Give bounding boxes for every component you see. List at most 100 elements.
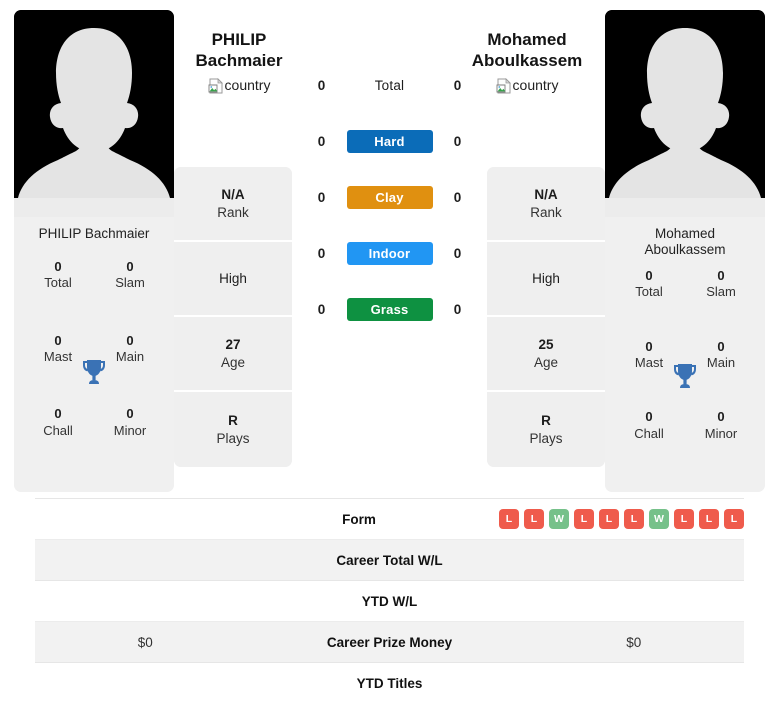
- player-card-name-right: Mohamed Aboulkassem: [605, 217, 765, 260]
- h2h-left-value: 0: [317, 190, 326, 205]
- form-badge-loss: L: [624, 509, 644, 529]
- title-label: Slam: [115, 275, 145, 291]
- head-to-head-column: 0 Total 0 0 Hard 0 0 Clay 0 0 Indoor 0 0: [292, 10, 487, 492]
- info-cell-plays-left: R Plays: [174, 392, 292, 467]
- plays-caption: Plays: [529, 430, 563, 446]
- info-column-left: N/A Rank High 27 Age R Plays: [174, 167, 292, 467]
- player-header-right: Mohamed Aboulkassem country: [468, 30, 586, 100]
- h2h-right-value: 0: [453, 190, 462, 205]
- title-label: Chall: [634, 425, 664, 441]
- form-badge-loss: L: [674, 509, 694, 529]
- title-label: Chall: [43, 422, 73, 438]
- h2h-surface-badge-indoor[interactable]: Indoor: [346, 242, 433, 265]
- form-badge-loss: L: [524, 509, 544, 529]
- h2h-row-total: 0 Total 0: [292, 74, 487, 97]
- title-stat: 0 Total: [613, 264, 685, 335]
- h2h-surface-badge-grass[interactable]: Grass: [346, 298, 433, 321]
- title-stat: 0 Total: [22, 255, 94, 329]
- age-value: 27: [225, 336, 241, 352]
- h2h-row-hard: 0 Hard 0: [292, 130, 487, 153]
- broken-image-icon: [208, 78, 223, 94]
- title-value: 0: [717, 338, 725, 354]
- h2h-left-value: 0: [317, 134, 326, 149]
- title-value: 0: [54, 332, 62, 348]
- rank-caption: Rank: [217, 204, 249, 220]
- country-flag-left: country: [208, 77, 271, 94]
- form-badge-loss: L: [699, 509, 719, 529]
- titles-grid-left: 0 Total 0 Slam 0 Mast 0 Main 0 Chall 0 M…: [14, 251, 174, 492]
- info-cell-rank-left: N/A Rank: [174, 167, 292, 242]
- form-badge-win: W: [649, 509, 669, 529]
- title-stat: 0 Slam: [685, 264, 757, 335]
- form-label: Form: [342, 511, 376, 527]
- form-badge-list: LLWLLLWLLL: [493, 509, 744, 529]
- trophy-icon: [83, 359, 105, 384]
- h2h-right-value: 0: [453, 302, 462, 317]
- title-label: Total: [44, 275, 72, 291]
- plays-value: R: [541, 412, 551, 428]
- h2h-left-value: 0: [317, 78, 326, 93]
- broken-image-icon: [496, 78, 511, 94]
- title-value: 0: [645, 338, 653, 354]
- rank-caption: Rank: [530, 204, 562, 220]
- title-value: 0: [645, 409, 653, 425]
- player-last-name-left: Bachmaier: [195, 50, 283, 70]
- title-stat: 0 Chall: [22, 402, 94, 476]
- info-cell-age-right: 25 Age: [487, 317, 605, 392]
- rank-value: N/A: [534, 186, 558, 202]
- career-prize-money-left: $0: [137, 634, 153, 650]
- title-label: Total: [635, 284, 663, 300]
- title-value: 0: [645, 267, 653, 283]
- stats-row-ytd-titles: YTD Titles: [35, 662, 744, 703]
- form-badge-loss: L: [724, 509, 744, 529]
- player-card-name-line1: Mohamed: [654, 226, 716, 241]
- stats-row-ytd-wl: YTD W/L: [35, 580, 744, 621]
- high-value: High: [219, 270, 247, 286]
- title-value: 0: [126, 332, 134, 348]
- player-card-right[interactable]: Mohamed Aboulkassem 0 Total 0 Slam 0 Mas…: [605, 10, 765, 492]
- title-stat: 0 Minor: [685, 405, 757, 476]
- h2h-left-value: 0: [317, 302, 326, 317]
- title-value: 0: [126, 259, 134, 274]
- trophy-icon: [674, 363, 696, 388]
- title-value: 0: [717, 267, 725, 283]
- h2h-right-value: 0: [453, 134, 462, 149]
- player-last-name-right: Aboulkassem: [471, 50, 583, 70]
- h2h-left-value: 0: [317, 246, 326, 261]
- title-value: 0: [126, 406, 134, 422]
- country-alt-text-right: country: [512, 77, 559, 94]
- form-badge-win: W: [549, 509, 569, 529]
- comparison-header: PHILIP Bachmaier 0 Total 0 Slam 0 Mast 0…: [0, 0, 779, 492]
- info-cell-high-left: High: [174, 242, 292, 317]
- h2h-surface-badge-clay[interactable]: Clay: [346, 186, 433, 209]
- stats-row-career-total-wl: Career Total W/L: [35, 539, 744, 580]
- country-alt-text-left: country: [224, 77, 271, 94]
- titles-grid-right: 0 Total 0 Slam 0 Mast 0 Main 0 Chall 0 M…: [605, 260, 765, 492]
- player-card-left[interactable]: PHILIP Bachmaier 0 Total 0 Slam 0 Mast 0…: [14, 10, 174, 492]
- h2h-right-value: 0: [453, 246, 462, 261]
- form-badge-loss: L: [599, 509, 619, 529]
- title-stat: 0 Minor: [94, 402, 166, 476]
- title-value: 0: [54, 259, 62, 274]
- player-first-name-left: PHILIP: [211, 30, 267, 49]
- plays-caption: Plays: [216, 430, 250, 446]
- info-cell-age-left: 27 Age: [174, 317, 292, 392]
- player-comparison-page: PHILIP Bachmaier 0 Total 0 Slam 0 Mast 0…: [0, 0, 779, 719]
- form-badge-loss: L: [499, 509, 519, 529]
- ytd-wl-label: YTD W/L: [361, 593, 418, 609]
- avatar-right: [605, 10, 765, 217]
- title-label: Slam: [706, 284, 736, 300]
- avatar-silhouette-icon: [605, 10, 765, 217]
- info-column-right: N/A Rank High 25 Age R Plays: [487, 167, 605, 467]
- title-stat: 0 Slam: [94, 255, 166, 329]
- info-cell-rank-right: N/A Rank: [487, 167, 605, 242]
- country-flag-right: country: [496, 77, 559, 94]
- player-header-left: PHILIP Bachmaier country: [180, 30, 298, 100]
- title-value: 0: [717, 409, 725, 425]
- avatar-silhouette-icon: [14, 10, 174, 217]
- h2h-surface-badge-hard[interactable]: Hard: [346, 130, 433, 153]
- stats-row-career-prize-money: $0 Career Prize Money $0: [35, 621, 744, 662]
- player-first-name-right: Mohamed: [487, 30, 567, 49]
- h2h-row-clay: 0 Clay 0: [292, 186, 487, 209]
- ytd-titles-label: YTD Titles: [356, 675, 423, 691]
